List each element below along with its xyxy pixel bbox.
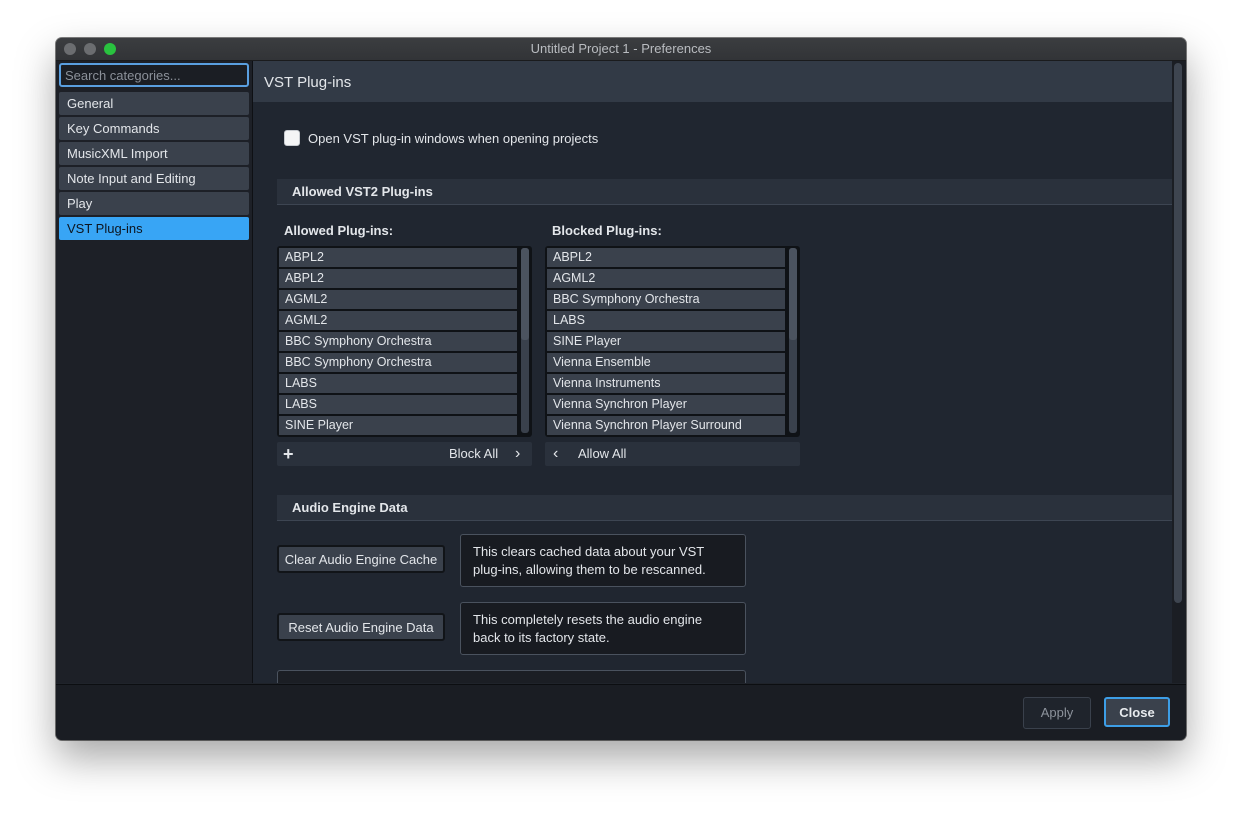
scrollbar-thumb[interactable] <box>521 248 529 340</box>
blocked-list-footer: ‹ Allow All <box>545 442 800 466</box>
clear-audio-engine-cache-button[interactable]: Clear Audio Engine Cache <box>277 545 445 573</box>
dialog-footer: Apply Close <box>56 684 1186 740</box>
clear-cache-description: This clears cached data about your VST p… <box>460 534 746 587</box>
list-item[interactable]: BBC Symphony Orchestra <box>279 353 517 372</box>
chevron-right-icon[interactable]: › <box>515 442 520 466</box>
allowed-plugins-label: Allowed Plug-ins: <box>284 223 394 238</box>
list-item[interactable]: LABS <box>547 311 785 330</box>
list-item[interactable]: Vienna Synchron Player <box>547 395 785 414</box>
search-categories-input[interactable] <box>59 63 249 87</box>
category-general[interactable]: General <box>59 92 249 115</box>
main-scrollbar[interactable] <box>1172 61 1186 683</box>
partial-panel <box>277 670 746 683</box>
plus-icon[interactable]: + <box>283 442 294 466</box>
preferences-window: Untitled Project 1 - Preferences General… <box>56 38 1186 740</box>
list-item[interactable]: Vienna Instruments <box>547 374 785 393</box>
close-button[interactable]: Close <box>1104 697 1170 727</box>
category-play[interactable]: Play <box>59 192 249 215</box>
allowed-vst2-section-header: Allowed VST2 Plug-ins <box>277 179 1173 205</box>
scrollbar-thumb[interactable] <box>1174 63 1182 603</box>
block-all-button[interactable]: Block All <box>449 442 498 466</box>
list-item[interactable]: AGML2 <box>547 269 785 288</box>
list-item[interactable]: BBC Symphony Orchestra <box>547 290 785 309</box>
list-item[interactable]: ABPL2 <box>279 248 517 267</box>
open-vst-windows-label: Open VST plug-in windows when opening pr… <box>308 130 599 146</box>
list-item[interactable]: Vienna Ensemble <box>547 353 785 372</box>
category-musicxml-import[interactable]: MusicXML Import <box>59 142 249 165</box>
allow-all-button[interactable]: Allow All <box>578 442 626 466</box>
list-item[interactable]: SINE Player <box>279 416 517 435</box>
audio-engine-section-header: Audio Engine Data <box>277 495 1173 521</box>
zoom-window-icon[interactable] <box>104 43 116 55</box>
scrollbar-thumb[interactable] <box>789 248 797 340</box>
reset-audio-engine-data-button[interactable]: Reset Audio Engine Data <box>277 613 445 641</box>
allowed-list-scrollbar[interactable] <box>521 248 529 433</box>
list-item[interactable]: LABS <box>279 374 517 393</box>
list-item[interactable]: SINE Player <box>547 332 785 351</box>
blocked-plugins-label: Blocked Plug-ins: <box>552 223 662 238</box>
list-item[interactable]: Vienna Synchron Player Surround <box>547 416 785 435</box>
category-vst-plug-ins[interactable]: VST Plug-ins <box>59 217 249 240</box>
title-bar: Untitled Project 1 - Preferences <box>56 38 1186 61</box>
list-item[interactable]: ABPL2 <box>279 269 517 288</box>
page-title: VST Plug-ins <box>253 61 1173 102</box>
category-sidebar: General Key Commands MusicXML Import Not… <box>56 61 253 683</box>
blocked-list-scrollbar[interactable] <box>789 248 797 433</box>
reset-data-description: This completely resets the audio engine … <box>460 602 746 655</box>
list-item[interactable]: AGML2 <box>279 311 517 330</box>
list-item[interactable]: LABS <box>279 395 517 414</box>
main-panel: VST Plug-ins Open VST plug-in windows wh… <box>253 61 1173 683</box>
open-vst-windows-option[interactable]: Open VST plug-in windows when opening pr… <box>284 130 598 146</box>
category-key-commands[interactable]: Key Commands <box>59 117 249 140</box>
window-controls <box>64 43 116 55</box>
category-list: General Key Commands MusicXML Import Not… <box>59 92 249 242</box>
chevron-left-icon[interactable]: ‹ <box>553 442 558 466</box>
window-title: Untitled Project 1 - Preferences <box>530 41 712 56</box>
list-item[interactable]: AGML2 <box>279 290 517 309</box>
allowed-plugins-list[interactable]: ABPL2 ABPL2 AGML2 AGML2 BBC Symphony Orc… <box>277 246 532 437</box>
close-window-icon[interactable] <box>64 43 76 55</box>
minimize-window-icon[interactable] <box>84 43 96 55</box>
list-item[interactable]: ABPL2 <box>547 248 785 267</box>
apply-button[interactable]: Apply <box>1023 697 1091 729</box>
open-vst-windows-checkbox[interactable] <box>284 130 300 146</box>
allowed-list-footer: + Block All › <box>277 442 532 466</box>
list-item[interactable]: BBC Symphony Orchestra <box>279 332 517 351</box>
category-note-input-and-editing[interactable]: Note Input and Editing <box>59 167 249 190</box>
blocked-plugins-list[interactable]: ABPL2 AGML2 BBC Symphony Orchestra LABS … <box>545 246 800 437</box>
